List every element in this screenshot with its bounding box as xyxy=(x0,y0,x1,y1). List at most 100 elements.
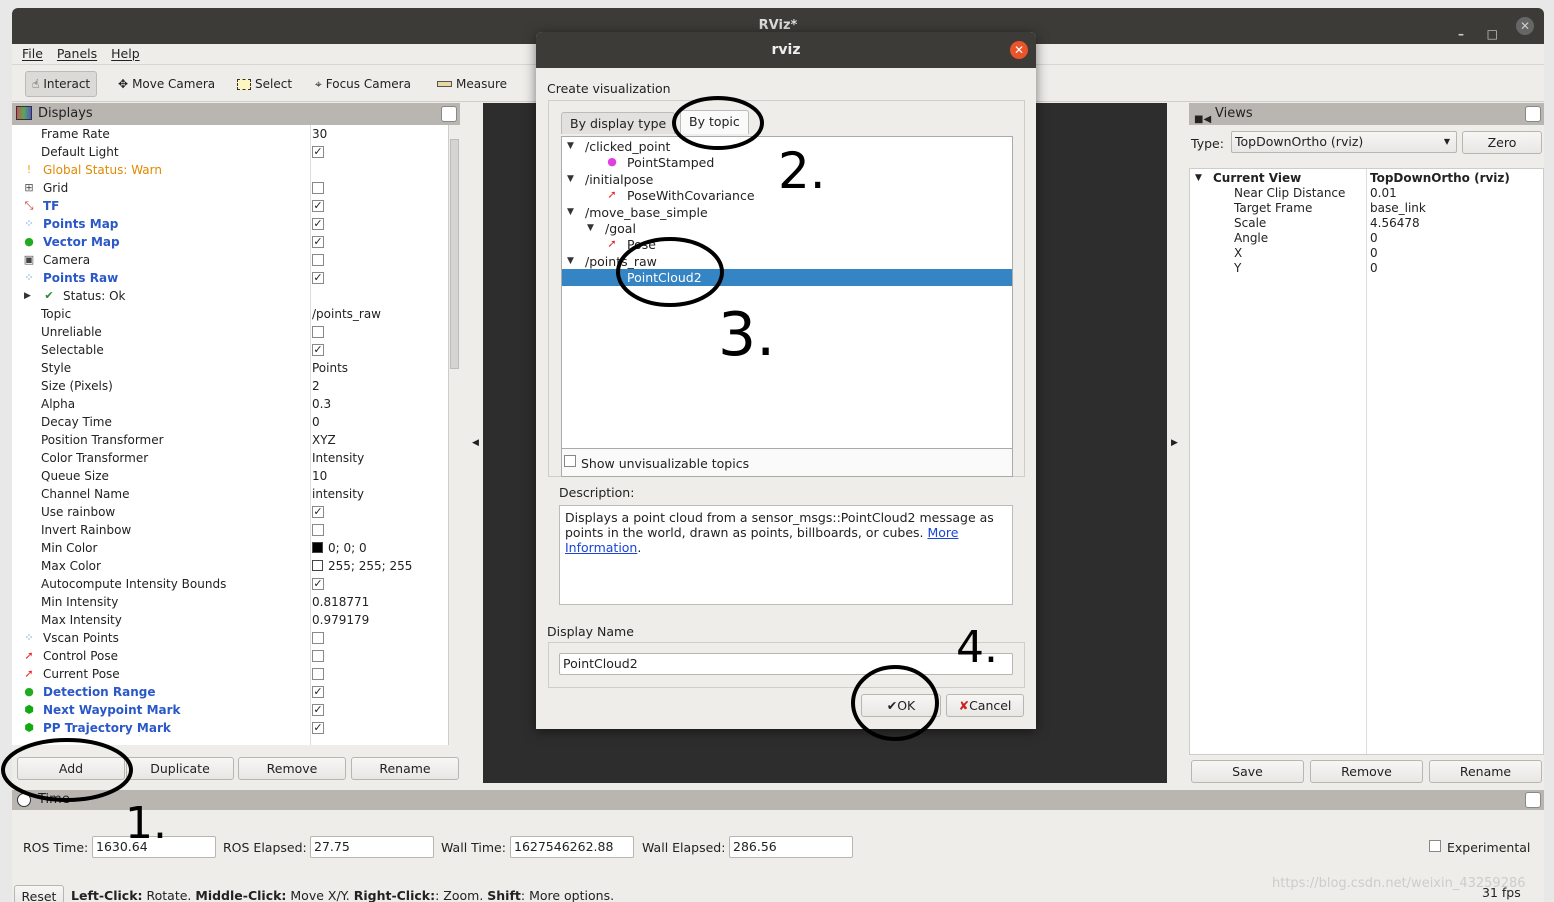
view-property-value[interactable]: base_link xyxy=(1370,201,1426,216)
view-property-value[interactable]: 0 xyxy=(1370,231,1378,246)
display-row[interactable]: ⁘ Points Raw ✓ xyxy=(12,269,448,287)
interact-tool[interactable]: ☝ Interact xyxy=(25,71,98,97)
menu-file[interactable]: File xyxy=(22,46,43,61)
property-value[interactable]: 2 xyxy=(312,379,320,393)
display-row[interactable]: ▣ Camera xyxy=(12,251,448,269)
display-row[interactable]: Min Color 0; 0; 0 xyxy=(12,539,448,557)
property-checkbox[interactable]: ✓ xyxy=(312,217,324,230)
topic-tree-item[interactable]: ▼ /points_raw xyxy=(562,253,1012,270)
select-tool[interactable]: Select xyxy=(231,71,298,97)
expand-icon[interactable]: ▼ xyxy=(587,220,594,237)
property-checkbox[interactable] xyxy=(312,523,324,536)
expand-icon[interactable]: ▶ xyxy=(24,287,31,305)
collapse-left-icon[interactable]: ◀ xyxy=(472,438,479,448)
property-value[interactable]: 0 xyxy=(312,415,320,429)
display-row[interactable]: Topic/points_raw xyxy=(12,305,448,323)
display-row[interactable]: Position Transformer XYZ xyxy=(12,431,448,449)
property-checkbox[interactable] xyxy=(312,325,324,338)
view-property-row[interactable]: Angle 0 xyxy=(1190,231,1543,246)
ros-elapsed-field[interactable]: 27.75 xyxy=(310,836,434,858)
rename-view-button[interactable]: Rename xyxy=(1429,760,1542,783)
property-checkbox[interactable]: ✓ xyxy=(312,505,324,518)
displays-scrollbar[interactable] xyxy=(448,125,460,745)
display-row[interactable]: ● Detection Range ✓ xyxy=(12,683,448,701)
close-button[interactable]: ✕ xyxy=(1516,17,1534,35)
tab-by-topic[interactable]: By topic xyxy=(680,110,749,134)
view-property-row[interactable]: Scale 4.56478 xyxy=(1190,216,1543,231)
view-property-row[interactable]: Target Frame base_link xyxy=(1190,201,1543,216)
display-row[interactable]: Min Intensity 0.818771 xyxy=(12,593,448,611)
property-checkbox[interactable]: ✓ xyxy=(312,577,324,590)
topic-tree-item[interactable]: ➚ PoseWithCovariance xyxy=(562,187,1012,204)
property-value[interactable]: 0.3 xyxy=(312,397,331,411)
display-row[interactable]: Queue Size 10 xyxy=(12,467,448,485)
view-property-value[interactable]: 0 xyxy=(1370,246,1378,261)
property-checkbox[interactable]: ✓ xyxy=(312,721,324,734)
display-row[interactable]: Color Transformer Intensity xyxy=(12,449,448,467)
remove-button[interactable]: Remove xyxy=(238,757,346,780)
property-value[interactable]: 10 xyxy=(312,469,327,483)
property-value[interactable]: 0.979179 xyxy=(312,613,369,627)
expand-icon[interactable]: ▼ xyxy=(1195,171,1202,186)
property-value[interactable]: Points xyxy=(312,361,348,375)
property-value[interactable]: XYZ xyxy=(312,433,336,447)
property-checkbox[interactable] xyxy=(312,253,324,266)
display-row[interactable]: ● Vector Map ✓ xyxy=(12,233,448,251)
property-checkbox[interactable]: ✓ xyxy=(312,235,324,248)
reset-button[interactable]: Reset xyxy=(14,885,64,902)
display-row[interactable]: ⬢ PP Trajectory Mark ✓ xyxy=(12,719,448,737)
expand-icon[interactable]: ▼ xyxy=(567,171,574,188)
display-row[interactable]: Channel Name intensity xyxy=(12,485,448,503)
property-value[interactable]: intensity xyxy=(312,487,364,501)
view-property-row[interactable]: X0 xyxy=(1190,246,1543,261)
display-row[interactable]: ⤡ TF ✓ xyxy=(12,197,448,215)
property-value[interactable]: 0.818771 xyxy=(312,595,369,609)
display-row[interactable]: Max Color 255; 255; 255 xyxy=(12,557,448,575)
property-checkbox[interactable]: ✓ xyxy=(312,199,324,212)
rename-button[interactable]: Rename xyxy=(351,757,459,780)
property-value[interactable]: /points_raw xyxy=(312,307,381,321)
topic-tree-item[interactable]: ➚ Pose xyxy=(562,236,1012,253)
display-row[interactable]: ⁘ Vscan Points xyxy=(12,629,448,647)
collapse-right-icon[interactable]: ▶ xyxy=(1171,438,1178,448)
display-row[interactable]: Style Points xyxy=(12,359,448,377)
topic-tree-item[interactable]: ▼ /move_base_simple xyxy=(562,204,1012,221)
measure-tool[interactable]: Measure xyxy=(431,71,513,97)
property-checkbox[interactable]: ✓ xyxy=(312,343,324,356)
display-row[interactable]: Default Light ✓ xyxy=(12,143,448,161)
display-row[interactable]: ⁘ Points Map ✓ xyxy=(12,215,448,233)
dialog-close-button[interactable]: ✕ xyxy=(1010,41,1028,59)
move-camera-tool[interactable]: ✥ Move Camera xyxy=(112,71,221,97)
remove-view-button[interactable]: Remove xyxy=(1310,760,1423,783)
wall-time-field[interactable]: 1627546262.88 xyxy=(510,836,634,858)
display-row[interactable]: Invert Rainbow xyxy=(12,521,448,539)
display-row[interactable]: ! Global Status: Warn xyxy=(12,161,448,179)
display-row[interactable]: Unreliable xyxy=(12,323,448,341)
view-type-select[interactable]: TopDownOrtho (rviz) ▼ xyxy=(1231,131,1457,153)
property-checkbox[interactable]: ✓ xyxy=(312,145,324,158)
topic-tree-item[interactable]: ▼ /initialpose xyxy=(562,171,1012,188)
menu-help[interactable]: Help xyxy=(111,46,140,61)
wall-elapsed-field[interactable]: 286.56 xyxy=(729,836,853,858)
display-row[interactable]: Frame Rate 30 xyxy=(12,125,448,143)
view-property-row[interactable]: Near Clip Distance 0.01 xyxy=(1190,186,1543,201)
property-checkbox[interactable] xyxy=(312,649,324,662)
property-checkbox[interactable] xyxy=(312,667,324,680)
display-row[interactable]: ➚ Control Pose xyxy=(12,647,448,665)
show-unvisualizable-checkbox[interactable] xyxy=(564,455,576,467)
view-property-value[interactable]: 0 xyxy=(1370,261,1378,276)
zero-button[interactable]: Zero xyxy=(1462,131,1542,154)
display-row[interactable]: ➚ Current Pose xyxy=(12,665,448,683)
property-value[interactable]: 30 xyxy=(312,127,327,141)
topic-tree-item[interactable]: ⁘ PointCloud2 xyxy=(562,269,1012,287)
display-name-input[interactable]: PointCloud2 xyxy=(559,653,1013,675)
display-row[interactable]: Decay Time 0 xyxy=(12,413,448,431)
topic-tree-item[interactable]: ▼ /goal xyxy=(562,220,1012,237)
view-property-value[interactable]: 4.56478 xyxy=(1370,216,1420,231)
display-row[interactable]: Use rainbow ✓ xyxy=(12,503,448,521)
duplicate-button[interactable]: Duplicate xyxy=(126,757,234,780)
expand-icon[interactable]: ▼ xyxy=(567,204,574,221)
property-value[interactable]: 255; 255; 255 xyxy=(328,559,412,573)
property-checkbox[interactable]: ✓ xyxy=(312,685,324,698)
focus-camera-tool[interactable]: ⌖ Focus Camera xyxy=(309,71,417,97)
